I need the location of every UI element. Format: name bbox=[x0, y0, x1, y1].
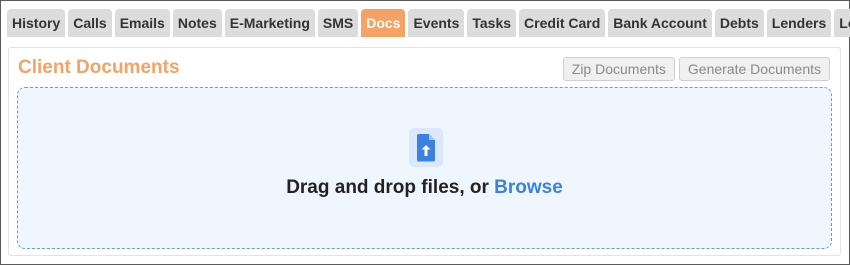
tab-bar: History Calls Emails Notes E-Marketing S… bbox=[7, 9, 850, 37]
tab-loans[interactable]: Loans bbox=[834, 9, 850, 37]
tab-label: Credit Card bbox=[524, 15, 601, 31]
tab-debts[interactable]: Debts bbox=[714, 9, 764, 37]
tab-label: Loans bbox=[839, 15, 850, 31]
tab-bank-account[interactable]: Bank Account bbox=[608, 9, 712, 37]
tab-tasks[interactable]: Tasks bbox=[467, 9, 517, 37]
tab-calls[interactable]: Calls bbox=[68, 9, 112, 37]
client-documents-panel: Client Documents Zip Documents Generate … bbox=[8, 47, 841, 256]
dropzone-instructions: Drag and drop files, or Browse bbox=[18, 177, 831, 199]
tab-sms[interactable]: SMS bbox=[317, 9, 359, 37]
tab-label: SMS bbox=[322, 15, 354, 31]
tab-label: Lenders bbox=[771, 15, 827, 31]
tab-events[interactable]: Events bbox=[408, 9, 465, 37]
tab-label: Debts bbox=[719, 15, 759, 31]
tab-credit-card[interactable]: Credit Card bbox=[519, 9, 606, 37]
browse-link[interactable]: Browse bbox=[494, 177, 563, 198]
panel-title: Client Documents bbox=[18, 57, 180, 78]
tab-label: Emails bbox=[119, 15, 165, 31]
dropzone-text: Drag and drop files, or bbox=[286, 177, 489, 198]
tab-emails[interactable]: Emails bbox=[114, 9, 170, 37]
tab-label: Events bbox=[413, 15, 460, 31]
tab-lenders[interactable]: Lenders bbox=[766, 9, 832, 37]
tab-label: Bank Account bbox=[613, 15, 707, 31]
tab-label: History bbox=[12, 15, 61, 31]
zip-documents-button[interactable]: Zip Documents bbox=[562, 57, 675, 81]
panel-actions: Zip Documents Generate Documents bbox=[562, 57, 830, 81]
tab-label: Calls bbox=[73, 15, 107, 31]
tab-label: Notes bbox=[177, 15, 217, 31]
tab-e-marketing[interactable]: E-Marketing bbox=[224, 9, 315, 37]
tab-notes[interactable]: Notes bbox=[172, 9, 222, 37]
tab-history[interactable]: History bbox=[7, 9, 66, 37]
file-dropzone[interactable]: Drag and drop files, or Browse bbox=[17, 87, 832, 249]
tab-label: E-Marketing bbox=[229, 15, 310, 31]
tab-docs[interactable]: Docs bbox=[361, 9, 406, 37]
tab-label: Docs bbox=[366, 15, 401, 31]
tab-label: Tasks bbox=[472, 15, 512, 31]
generate-documents-button[interactable]: Generate Documents bbox=[678, 57, 830, 81]
app-frame: History Calls Emails Notes E-Marketing S… bbox=[0, 0, 850, 265]
file-upload-icon bbox=[409, 128, 443, 167]
